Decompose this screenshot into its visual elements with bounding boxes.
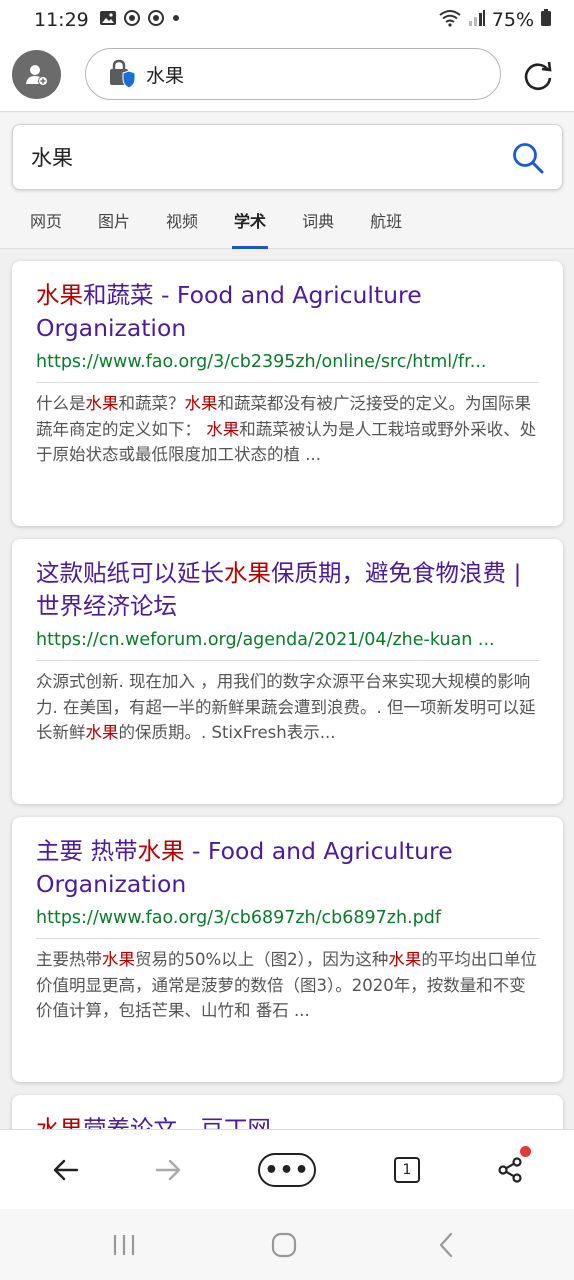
notification-dot <box>520 1146 531 1157</box>
gallery-icon <box>99 9 117 32</box>
result-snippet: 众源式创新. 现在加入 ，用我们的数字众源平台来实现大规模的影响力. 在美国，有… <box>36 669 539 746</box>
wifi-icon <box>438 9 462 32</box>
result-title[interactable]: 水果和蔬菜 - Food and Agriculture Organizatio… <box>36 279 539 345</box>
back-arrow-icon[interactable] <box>48 1150 84 1190</box>
more-button[interactable]: ••• <box>258 1153 316 1187</box>
address-text: 水果 <box>146 64 185 87</box>
shield-lock-icon <box>106 59 136 89</box>
search-header: 水果 网页 图片 视频 学术 词典 航班 <box>0 113 574 249</box>
add-user-icon[interactable] <box>12 50 61 99</box>
result-title[interactable]: 这款贴纸可以延长水果保质期，避免食物浪费 | 世界经济论坛 <box>36 557 539 623</box>
snippet-text: 和蔬菜？ <box>118 394 185 413</box>
home-icon[interactable] <box>271 1232 297 1262</box>
tab-count[interactable]: 1 <box>394 1157 420 1183</box>
snippet-highlight: 水果 <box>85 723 119 742</box>
snippet-highlight: 水果 <box>184 394 218 413</box>
snippet-highlight: 水果 <box>85 394 119 413</box>
forward-arrow-icon[interactable] <box>150 1150 186 1190</box>
dot-icon <box>171 9 181 32</box>
snippet-highlight: 水果 <box>206 419 240 439</box>
battery-icon <box>540 8 552 32</box>
result-snippet: 什么是水果和蔬菜？水果和蔬菜都没有被广泛接受的定义。为国际果蔬年商定的定义如下：… <box>36 391 539 468</box>
snippet-highlight: 水果 <box>102 950 135 969</box>
status-bar: 11:29 75% <box>0 0 574 40</box>
title-highlight: 水果 <box>36 281 83 309</box>
tabs-icon[interactable]: 1 <box>393 1150 421 1190</box>
result-card[interactable]: 这款贴纸可以延长水果保质期，避免食物浪费 | 世界经济论坛 https://cn… <box>12 539 563 804</box>
snippet-text: 主要热带 <box>36 950 102 969</box>
reload-icon[interactable] <box>520 58 556 94</box>
address-bar[interactable]: 水果 <box>85 48 501 100</box>
snippet-text: 贸易的50%以上（图2），因为这种 <box>135 950 389 969</box>
tab-flights[interactable]: 航班 <box>370 205 402 249</box>
title-text: 和蔬菜 - Food and Agriculture Organization <box>36 281 422 342</box>
result-card[interactable]: 主要 热带水果 - Food and Agriculture Organizat… <box>12 817 563 1082</box>
snippet-highlight: 水果 <box>388 950 422 969</box>
bottom-toolbar: ••• 1 <box>0 1129 574 1209</box>
sync-icon <box>147 9 165 32</box>
result-url[interactable]: https://cn.weforum.org/agenda/2021/04/zh… <box>36 630 539 661</box>
recents-icon[interactable] <box>111 1232 137 1262</box>
search-query: 水果 <box>31 146 73 170</box>
title-text: 这款贴纸可以延长 <box>36 559 224 587</box>
title-highlight: 水果 <box>137 837 185 865</box>
result-url[interactable]: https://www.fao.org/3/cb2395zh/online/sr… <box>36 352 539 383</box>
search-icon[interactable] <box>510 140 546 176</box>
system-back-icon[interactable] <box>434 1232 460 1262</box>
battery-text: 75% <box>491 9 534 31</box>
system-nav-bar <box>0 1209 574 1280</box>
snippet-text: 什么是 <box>36 394 86 413</box>
result-card[interactable]: 水果和蔬菜 - Food and Agriculture Organizatio… <box>12 261 563 526</box>
search-tabs: 网页 图片 视频 学术 词典 航班 <box>0 205 574 249</box>
tab-images[interactable]: 图片 <box>98 205 130 249</box>
more-icon[interactable]: ••• <box>257 1150 317 1190</box>
browser-toolbar: 水果 <box>0 40 574 112</box>
snippet-text: 的保质期。. StixFresh表示... <box>118 723 336 742</box>
signal-icon <box>468 9 486 32</box>
tab-videos[interactable]: 视频 <box>166 205 198 249</box>
status-time: 11:29 <box>34 9 89 31</box>
result-snippet: 主要热带水果贸易的50%以上（图2），因为这种水果的平均出口单位价值明显更高，通… <box>36 947 539 1024</box>
title-text: 主要 热带 <box>36 837 138 865</box>
tab-web[interactable]: 网页 <box>30 205 62 249</box>
share-icon[interactable] <box>494 1150 526 1190</box>
result-url[interactable]: https://www.fao.org/3/cb6897zh/cb6897zh.… <box>36 908 539 939</box>
status-right: 75% <box>438 8 552 32</box>
sync-icon <box>123 9 141 32</box>
title-highlight: 水果 <box>224 559 271 587</box>
search-input[interactable]: 水果 <box>12 124 563 190</box>
tab-dictionary[interactable]: 词典 <box>302 205 334 249</box>
tab-academic[interactable]: 学术 <box>232 205 269 249</box>
result-title[interactable]: 主要 热带水果 - Food and Agriculture Organizat… <box>36 835 539 901</box>
